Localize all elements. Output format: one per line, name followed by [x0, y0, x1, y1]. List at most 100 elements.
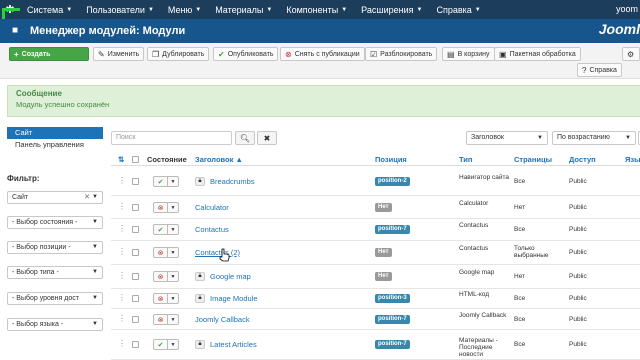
column-position[interactable]: Позиция: [375, 155, 407, 164]
edit-button[interactable]: ✎ Изменить: [93, 47, 145, 61]
lock-icon[interactable]: 🔒︎: [195, 272, 205, 281]
lock-icon[interactable]: 🔒︎: [195, 177, 205, 186]
check-icon[interactable]: ✔: [153, 176, 168, 187]
row-checkbox[interactable]: [132, 204, 139, 211]
search-button[interactable]: 🔍︎: [235, 131, 255, 145]
status-toggle[interactable]: ✔ ▼: [153, 224, 181, 235]
clear-icon[interactable]: ✕: [84, 192, 90, 203]
lock-icon[interactable]: 🔒︎: [195, 340, 205, 349]
row-checkbox[interactable]: [132, 249, 139, 256]
module-title-link[interactable]: Breadcrumbs: [210, 177, 255, 186]
sort-order-select[interactable]: По возрастанию ▼: [552, 131, 636, 145]
sidebar-item-site[interactable]: Сайт: [7, 127, 103, 139]
table-row[interactable]: ⋮ ✔ ▼ Contactus position-7 Contactus Все…: [111, 219, 640, 241]
type-filter-select[interactable]: - Выбор типа - ▼: [7, 266, 103, 279]
drag-handle-icon[interactable]: ⋮: [118, 176, 126, 185]
client-filter-select[interactable]: Сайт ✕ ▼: [7, 191, 103, 204]
status-toggle[interactable]: ✔ ▼: [153, 339, 181, 350]
trash-button[interactable]: ▤ В корзину: [442, 47, 495, 61]
state-filter-select[interactable]: - Выбор состояния - ▼: [7, 216, 103, 229]
drag-handle-icon[interactable]: ⋮: [118, 271, 126, 280]
caret-down-icon[interactable]: ▼: [168, 176, 179, 187]
cross-circle-icon[interactable]: ⊗: [153, 293, 168, 304]
row-checkbox[interactable]: [132, 273, 139, 280]
status-toggle[interactable]: ⊗ ▼: [153, 314, 181, 325]
module-title-link[interactable]: Joomly Callback: [195, 315, 250, 324]
status-toggle[interactable]: ✔ ▼: [153, 176, 181, 187]
column-pages[interactable]: Страницы: [514, 155, 552, 164]
module-title-link[interactable]: Google map: [210, 272, 251, 281]
check-icon[interactable]: ✔: [153, 224, 168, 235]
drag-handle-icon[interactable]: ⋮: [118, 247, 126, 256]
caret-down-icon[interactable]: ▼: [168, 271, 179, 282]
caret-down-icon[interactable]: ▼: [168, 202, 179, 213]
status-toggle[interactable]: ⊗ ▼: [153, 271, 181, 282]
cross-circle-icon[interactable]: ⊗: [153, 202, 168, 213]
status-toggle[interactable]: ⊗ ▼: [153, 293, 181, 304]
table-row[interactable]: ⋮ ⊗ ▼ 🔒︎ Google map Нет Google map Нет P…: [111, 265, 640, 289]
module-title-link[interactable]: Contactus (2): [195, 248, 240, 257]
clear-search-button[interactable]: ✖: [257, 131, 277, 145]
caret-down-icon[interactable]: ▼: [168, 339, 179, 350]
caret-down-icon[interactable]: ▼: [168, 314, 179, 325]
table-row[interactable]: ⋮ ⊗ ▼ Calculator Нет Calculator Нет Publ…: [111, 196, 640, 219]
row-checkbox[interactable]: [132, 341, 139, 348]
table-row[interactable]: ⋮ ✔ ▼ 🔒︎ Latest Articles position-7 Мате…: [111, 330, 640, 360]
cross-circle-icon[interactable]: ⊗: [153, 271, 168, 282]
column-access[interactable]: Доступ: [569, 155, 596, 164]
drag-handle-icon[interactable]: ⋮: [118, 202, 126, 211]
status-toggle[interactable]: ⊗ ▼: [153, 202, 181, 213]
duplicate-button[interactable]: ❐ Дублировать: [147, 47, 210, 61]
publish-button[interactable]: ✔ Опубликовать: [213, 47, 279, 61]
menu-users[interactable]: Пользователи ▼: [79, 5, 161, 15]
caret-down-icon[interactable]: ▼: [168, 247, 179, 258]
unpublish-button[interactable]: ⊗ Снять с публикации: [280, 47, 365, 61]
lock-icon[interactable]: 🔒︎: [195, 294, 205, 303]
access-filter-select[interactable]: - Выбор уровня дост ▼: [7, 292, 103, 305]
column-language[interactable]: Язы: [625, 155, 640, 164]
menu-components[interactable]: Компоненты ▼: [279, 5, 354, 15]
cross-circle-icon[interactable]: ⊗: [153, 247, 168, 258]
user-menu[interactable]: yoom: [616, 4, 638, 14]
drag-handle-icon[interactable]: ⋮: [118, 314, 126, 323]
row-checkbox[interactable]: [132, 178, 139, 185]
unlock-button[interactable]: ☑ Разблокировать: [365, 47, 438, 61]
select-all-checkbox[interactable]: [132, 156, 139, 163]
menu-help[interactable]: Справка ▼: [429, 5, 487, 15]
language-filter-select[interactable]: - Выбор языка - ▼: [7, 318, 103, 331]
module-title-link[interactable]: Latest Articles: [210, 340, 257, 349]
module-title-link[interactable]: Contactus: [195, 225, 229, 234]
drag-handle-icon[interactable]: ⋮: [118, 224, 126, 233]
ordering-icon[interactable]: ⇅: [118, 155, 124, 164]
table-row[interactable]: ⋮ ✔ ▼ 🔒︎ Breadcrumbs position-2 Навигато…: [111, 168, 640, 196]
menu-system[interactable]: Система ▼: [20, 5, 79, 15]
create-button[interactable]: + Создать: [9, 47, 89, 61]
status-toggle[interactable]: ⊗ ▼: [153, 247, 181, 258]
drag-handle-icon[interactable]: ⋮: [118, 339, 126, 348]
drag-handle-icon[interactable]: ⋮: [118, 293, 126, 302]
module-title-link[interactable]: Calculator: [195, 203, 229, 212]
caret-down-icon[interactable]: ▼: [168, 293, 179, 304]
menu-extensions[interactable]: Расширения ▼: [354, 5, 429, 15]
help-button[interactable]: ? Справка: [577, 63, 622, 77]
module-title-link[interactable]: Image Module: [210, 294, 258, 303]
menu-content[interactable]: Материалы ▼: [208, 5, 279, 15]
table-row[interactable]: ⋮ ⊗ ▼ Joomly Callback position-7 Joomly …: [111, 309, 640, 330]
column-title[interactable]: Заголовок ▲: [195, 155, 243, 164]
row-checkbox[interactable]: [132, 316, 139, 323]
table-row[interactable]: ⋮ ⊗ ▼ 🔒︎ Image Module position-3 HTML-ко…: [111, 289, 640, 309]
row-checkbox[interactable]: [132, 295, 139, 302]
sidebar-item-admin[interactable]: Панель управления: [7, 139, 103, 151]
options-button[interactable]: ⚙: [622, 47, 640, 61]
column-status[interactable]: Состояние: [147, 155, 187, 164]
sort-field-select[interactable]: Заголовок ▼: [466, 131, 548, 145]
cross-circle-icon[interactable]: ⊗: [153, 314, 168, 325]
column-type[interactable]: Тип: [459, 155, 472, 164]
row-checkbox[interactable]: [132, 226, 139, 233]
menu-menus[interactable]: Меню ▼: [161, 5, 208, 15]
batch-button[interactable]: ▣ Пакетная обработка: [494, 47, 581, 61]
caret-down-icon[interactable]: ▼: [168, 224, 179, 235]
check-icon[interactable]: ✔: [153, 339, 168, 350]
position-filter-select[interactable]: - Выбор позиции - ▼: [7, 241, 103, 254]
table-row[interactable]: ⋮ ⊗ ▼ Contactus (2) Нет Contactus Только…: [111, 241, 640, 265]
